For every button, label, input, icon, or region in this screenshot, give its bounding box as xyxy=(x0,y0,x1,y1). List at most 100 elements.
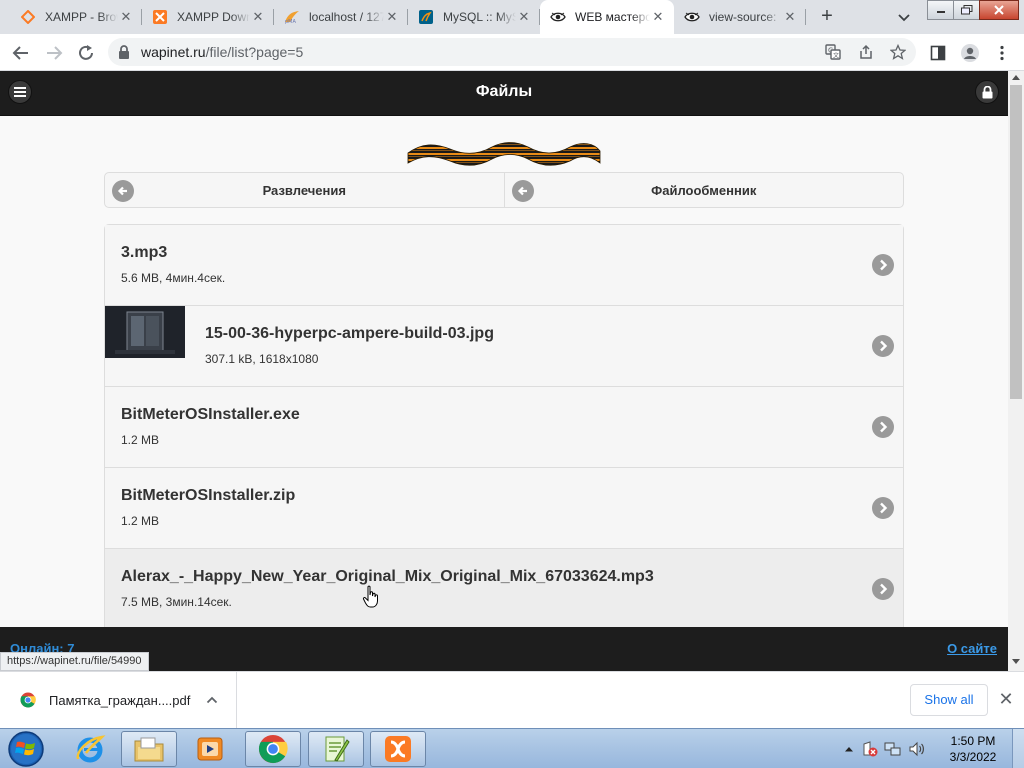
close-icon[interactable]: ✕ xyxy=(516,9,532,25)
close-window-button[interactable] xyxy=(979,0,1019,20)
scroll-up-arrow[interactable] xyxy=(1012,75,1020,80)
site-footer: Онлайн: 7 О сайте xyxy=(0,627,1008,671)
tab-label: XAMPP - Browse xyxy=(45,10,118,24)
list-item[interactable]: Alerax_-_Happy_New_Year_Original_Mix_Ori… xyxy=(105,549,903,630)
page-title: Файлы xyxy=(475,83,533,100)
address-bar[interactable]: wapinet.ru/file/list?page=5 G文 xyxy=(108,38,916,66)
file-meta: 1.2 MB xyxy=(121,433,160,447)
taskbar-media-player[interactable] xyxy=(182,731,238,767)
tab-strip: XAMPP - Browse ✕ XAMPP Downloads ✕ pMA l… xyxy=(0,0,1024,34)
side-panel-icon[interactable] xyxy=(925,40,951,66)
chrome-icon xyxy=(258,734,288,764)
show-desktop-button[interactable] xyxy=(1012,729,1024,768)
breadcrumb-label: Развлечения xyxy=(262,182,346,198)
mysql-icon xyxy=(418,9,434,25)
list-item[interactable]: BitMeterOSInstaller.exe 1.2 MB xyxy=(105,387,903,468)
clock-date: 3/3/2022 xyxy=(949,750,997,764)
reload-button[interactable] xyxy=(73,40,99,66)
arrow-left-icon xyxy=(511,180,534,202)
chevron-right-icon[interactable] xyxy=(872,578,894,600)
close-icon[interactable]: ✕ xyxy=(997,690,1015,708)
url-text[interactable]: wapinet.ru/file/list?page=5 xyxy=(141,44,303,60)
system-tray xyxy=(844,729,926,768)
list-item[interactable]: BitMeterOSInstaller.zip 1.2 MB xyxy=(105,468,903,549)
tab-view-source[interactable]: view-source: ✕ xyxy=(674,0,806,34)
taskbar-internet-explorer[interactable] xyxy=(62,731,118,767)
login-button[interactable] xyxy=(975,80,999,104)
share-icon[interactable] xyxy=(857,43,875,61)
bookmark-star-icon[interactable] xyxy=(889,43,907,61)
tab-xampp-downloads[interactable]: XAMPP Downloads ✕ xyxy=(142,0,274,34)
file-name[interactable]: Alerax_-_Happy_New_Year_Original_Mix_Ori… xyxy=(121,568,654,586)
taskbar-explorer[interactable] xyxy=(121,731,177,767)
scroll-down-arrow[interactable] xyxy=(1012,659,1020,664)
svg-text:pMA: pMA xyxy=(285,19,296,24)
site-header: Файлы xyxy=(0,71,1008,116)
profile-avatar[interactable] xyxy=(957,40,983,66)
show-all-button[interactable]: Show all xyxy=(910,684,988,716)
tab-mysql[interactable]: MySQL :: MySQL ✕ xyxy=(408,0,540,34)
chevron-right-icon[interactable] xyxy=(872,416,894,438)
about-link[interactable]: О сайте xyxy=(947,641,997,656)
system-clock[interactable]: 1:50 PM 3/3/2022 xyxy=(938,733,1008,765)
minimize-button[interactable] xyxy=(927,0,954,20)
close-icon[interactable]: ✕ xyxy=(118,9,134,25)
file-name[interactable]: 15-00-36-hyperpc-ampere-build-03.jpg xyxy=(205,325,494,343)
forward-button[interactable] xyxy=(41,40,67,66)
tab-label: MySQL :: MySQL xyxy=(443,10,516,24)
lock-icon[interactable] xyxy=(118,45,130,64)
tab-label: WEB мастерская xyxy=(575,10,650,24)
file-list: 3.mp3 5.6 MB, 4мин.4сек. 15-00-36-hyperp… xyxy=(104,224,904,631)
tab-xampp-browse[interactable]: XAMPP - Browse ✕ xyxy=(10,0,142,34)
xampp-icon xyxy=(385,736,411,762)
taskbar-xampp[interactable] xyxy=(370,731,426,767)
new-tab-button[interactable]: + xyxy=(815,5,839,29)
file-name[interactable]: BitMeterOSInstaller.zip xyxy=(121,487,295,505)
start-button[interactable] xyxy=(4,730,48,768)
breadcrumb: Развлечения Файлообменник xyxy=(104,172,904,208)
volume-icon[interactable] xyxy=(908,741,926,757)
file-meta: 307.1 kB, 1618x1080 xyxy=(205,352,319,366)
phpmyadmin-icon: pMA xyxy=(284,9,300,25)
file-meta: 7.5 MB, 3мин.14сек. xyxy=(121,595,232,609)
close-icon[interactable]: ✕ xyxy=(782,9,798,25)
file-name[interactable]: 3.mp3 xyxy=(121,244,167,262)
chrome-menu-icon[interactable] xyxy=(989,40,1015,66)
page-scrollbar[interactable] xyxy=(1008,71,1024,671)
clock-time: 1:50 PM xyxy=(950,734,996,748)
taskbar-chrome[interactable] xyxy=(245,731,301,767)
list-item[interactable]: 15-00-36-hyperpc-ampere-build-03.jpg 307… xyxy=(105,306,903,387)
translate-icon[interactable]: G文 xyxy=(824,43,842,61)
list-item[interactable]: 3.mp3 5.6 MB, 4мин.4сек. xyxy=(105,225,903,306)
restore-button[interactable] xyxy=(953,0,980,20)
scrollbar-thumb[interactable] xyxy=(1010,85,1022,399)
media-player-icon xyxy=(197,737,223,761)
network-icon[interactable] xyxy=(884,741,902,757)
close-icon[interactable]: ✕ xyxy=(650,9,666,25)
tab-phpmyadmin[interactable]: pMA localhost / 127.0.0.1 ✕ xyxy=(274,0,408,34)
file-name[interactable]: BitMeterOSInstaller.exe xyxy=(121,406,300,424)
download-item[interactable]: Памятка_граждан....pdf xyxy=(0,672,237,728)
file-thumbnail[interactable] xyxy=(105,306,185,358)
tab-label: localhost / 127.0.0.1 xyxy=(309,10,384,24)
chevron-right-icon[interactable] xyxy=(872,254,894,276)
close-icon[interactable]: ✕ xyxy=(384,9,400,25)
breadcrumb-entertainment[interactable]: Развлечения xyxy=(104,172,505,208)
show-hidden-icons-icon[interactable] xyxy=(844,745,854,753)
back-button[interactable] xyxy=(8,40,34,66)
windows-taskbar: 1:50 PM 3/3/2022 xyxy=(0,728,1024,768)
wapinet-eye-icon xyxy=(684,9,700,25)
taskbar-notepad-plus-plus[interactable] xyxy=(308,731,364,767)
st-george-ribbon-logo xyxy=(407,142,601,166)
chevron-right-icon[interactable] xyxy=(872,335,894,357)
tab-wapinet[interactable]: WEB мастерская ✕ xyxy=(540,0,674,34)
chevron-right-icon[interactable] xyxy=(872,497,894,519)
xampp-icon xyxy=(152,9,168,25)
close-icon[interactable]: ✕ xyxy=(250,9,266,25)
tab-search-icon[interactable] xyxy=(894,7,914,27)
action-center-icon[interactable] xyxy=(862,741,878,757)
windows-logo-icon xyxy=(8,731,44,767)
chevron-up-icon[interactable] xyxy=(206,695,218,705)
file-meta: 5.6 MB, 4мин.4сек. xyxy=(121,271,226,285)
breadcrumb-file-exchange[interactable]: Файлообменник xyxy=(504,172,904,208)
